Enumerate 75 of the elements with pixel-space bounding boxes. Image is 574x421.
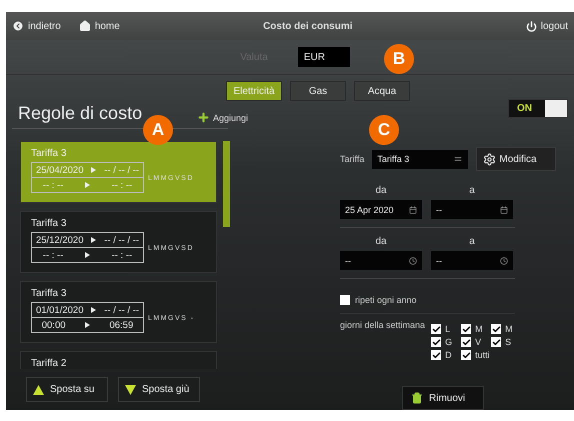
weekday-checkbox[interactable]: [431, 324, 442, 334]
add-button[interactable]: Aggiungi: [196, 111, 248, 124]
weekday-label: S: [505, 337, 512, 347]
rule-card[interactable]: Tariffa 2: [20, 351, 217, 369]
arrow-right-icon: [84, 322, 90, 328]
rule-name: Tariffa 3: [31, 288, 68, 299]
clock-icon: [409, 256, 417, 264]
time-range: -- : -- -- : --: [31, 177, 144, 193]
edit-button[interactable]: Modifica: [476, 147, 556, 171]
on-off-toggle[interactable]: ON: [508, 99, 568, 118]
time-field[interactable]: --: [431, 251, 513, 270]
weekday-checkbox[interactable]: [491, 324, 502, 334]
clock-icon: [500, 256, 508, 264]
arrow-right-icon: [91, 167, 96, 173]
time-field[interactable]: --: [340, 251, 422, 270]
weekday-checkbox[interactable]: [431, 350, 442, 360]
weekday-label: G: [445, 337, 452, 347]
marker-badge: B: [384, 44, 414, 74]
weekday-checkbox[interactable]: [461, 337, 472, 347]
date-range: 25/04/2020 -- / -- / --: [31, 162, 144, 178]
down-triangle-icon: [125, 384, 136, 394]
weekday-label: V: [475, 337, 482, 347]
rule-name: Tariffa 2: [31, 358, 68, 369]
tab[interactable]: Acqua: [354, 81, 410, 101]
from-label: da: [374, 236, 388, 247]
tab[interactable]: Gas: [290, 81, 346, 101]
date-range: 25/12/2020 -- / -- / --: [31, 232, 144, 248]
weekdays-label: giorni della settimana: [340, 320, 426, 332]
date-field[interactable]: 25 Apr 2020: [340, 200, 422, 219]
calendar-icon: [409, 206, 417, 214]
tariff-label: Tariffa: [340, 154, 364, 164]
arrow-right-icon: [91, 307, 96, 313]
power-icon: [526, 20, 537, 32]
plus-icon: [196, 111, 210, 124]
marker-badge: C: [369, 115, 399, 145]
move-down-button[interactable]: Sposta giù: [118, 377, 200, 402]
remove-button[interactable]: Rimuovi: [402, 386, 484, 410]
move-up-button[interactable]: Sposta su: [26, 377, 108, 402]
trash-icon: [411, 392, 423, 404]
time-range: 00:00 06:59: [31, 317, 144, 333]
arrow-right-icon: [84, 252, 90, 258]
date-range: 01/01/2020 -- / -- / --: [31, 302, 144, 318]
calendar-icon: [500, 206, 508, 214]
from-label: da: [374, 185, 388, 196]
rule-name: Tariffa 3: [31, 218, 68, 229]
arrow-right-icon: [91, 237, 96, 243]
back-icon: [12, 20, 24, 32]
date-field[interactable]: --: [431, 200, 513, 219]
up-triangle-icon: [33, 384, 44, 394]
arrow-right-icon: [84, 182, 90, 188]
tariff-field[interactable]: Tariffa 3: [372, 150, 468, 168]
currency-field[interactable]: EUR: [298, 47, 350, 67]
repeat-label: ripeti ogni anno: [355, 295, 417, 305]
weekday-label: L: [445, 324, 450, 334]
logout-link[interactable]: logout: [526, 20, 568, 32]
home-icon: [78, 20, 91, 32]
weekday-label: M: [505, 324, 513, 334]
rule-name: Tariffa 3: [31, 148, 68, 159]
page-title: Costo dei consumi: [262, 20, 354, 32]
to-label: a: [468, 185, 476, 196]
home-link[interactable]: home: [78, 20, 120, 32]
marker-badge: A: [143, 115, 173, 145]
to-label: a: [468, 236, 476, 247]
back-link[interactable]: indietro: [12, 20, 61, 32]
weekday-checkbox[interactable]: [461, 350, 472, 360]
section-title: Regole di costo: [18, 103, 142, 124]
weekday-checkbox[interactable]: [491, 337, 502, 347]
time-range: -- : -- -- : --: [31, 247, 144, 263]
weekday-label: M: [475, 324, 483, 334]
repeat-checkbox[interactable]: [340, 295, 350, 305]
weekday-label: D: [445, 350, 452, 360]
weekday-checkbox[interactable]: [461, 324, 472, 334]
scrollbar[interactable]: [223, 141, 230, 227]
weekday-label: tutti: [475, 350, 490, 360]
weekday-checkbox[interactable]: [431, 337, 442, 347]
